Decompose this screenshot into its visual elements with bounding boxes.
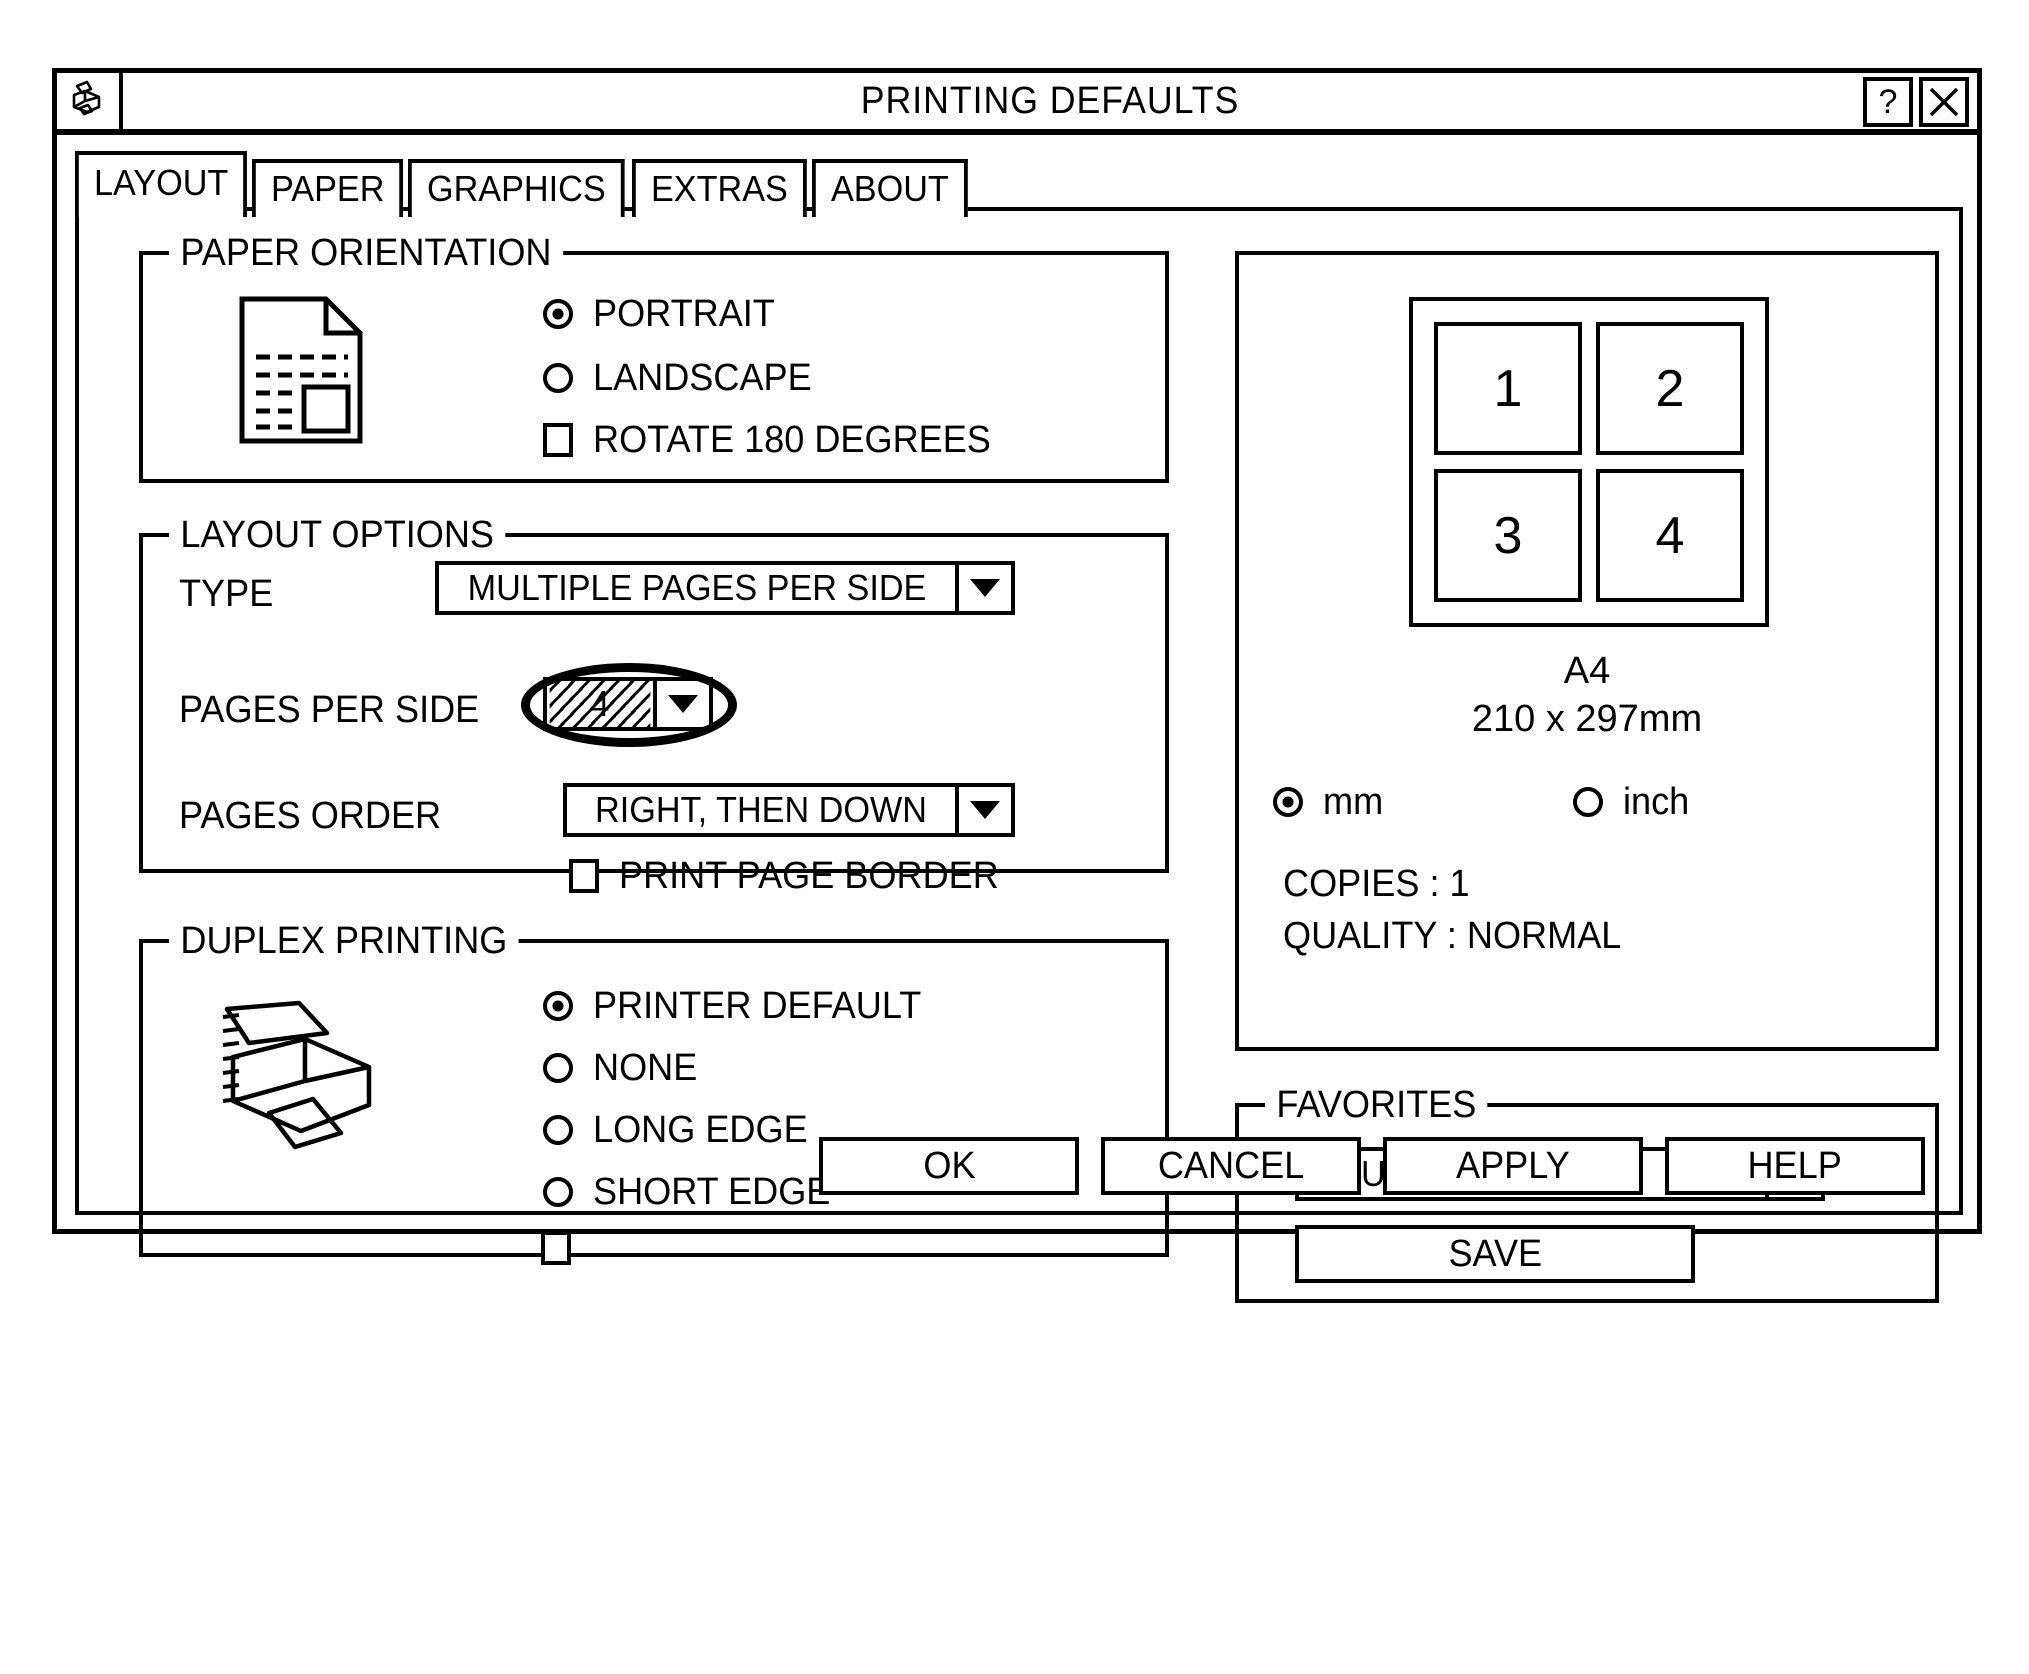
checkbox-rotate-180[interactable]	[543, 423, 573, 457]
preview-page-2: 2	[1596, 322, 1744, 455]
cancel-label: CANCEL	[1157, 1144, 1305, 1187]
window-title: PRINTING DEFAULTS	[860, 79, 1240, 122]
tab-content-layout: PAPER ORIENTATION PORTRAIT LANDSCAPE ROT…	[75, 207, 1963, 1303]
radio-none[interactable]	[543, 1053, 573, 1083]
tab-label: ABOUT	[830, 167, 949, 209]
unit-inch-option[interactable]: inch	[1573, 783, 1693, 821]
preview-panel: 1 2 3 4 A4 210 x 297mm mm inch COPIES : …	[1235, 251, 1939, 1051]
favorites-legend: FAVORITES	[1265, 1081, 1488, 1129]
title-bar: PRINTING DEFAULTS ?	[57, 73, 1977, 135]
preview-page-4: 4	[1596, 469, 1744, 602]
unit-mm-label: mm	[1323, 781, 1384, 823]
tab-label: LAYOUT	[94, 161, 229, 203]
pages-order-dropdown-button[interactable]	[955, 787, 1011, 833]
pages-order-combobox[interactable]: RIGHT, THEN DOWN	[563, 783, 1015, 837]
duplex-none-label: NONE	[593, 1047, 698, 1089]
duplex-printing-group: DUPLEX PRINTING PRINTER DEFAULT NONE LON…	[139, 917, 1169, 1265]
preview-paper-size: 210 x 297mm	[1471, 698, 1703, 740]
orientation-landscape-label: LANDSCAPE	[593, 357, 812, 399]
page-layout-preview: 1 2 3 4	[1409, 297, 1769, 627]
quality-info: QUALITY : NORMAL	[1283, 915, 1622, 957]
unit-mm-option[interactable]: mm	[1273, 783, 1386, 821]
preview-page-3: 3	[1434, 469, 1582, 602]
chevron-down-icon	[970, 801, 1000, 819]
type-dropdown-button[interactable]	[955, 565, 1011, 611]
portrait-page-icon	[238, 295, 364, 445]
help-footer-button[interactable]: HELP	[1665, 1137, 1925, 1195]
type-value: MULTIPLE PAGES PER SIDE	[467, 567, 927, 608]
preview-paper-name: A4	[1563, 650, 1611, 692]
tab-graphics[interactable]: GRAPHICS	[407, 159, 625, 217]
checkbox-duplex-extra[interactable]	[541, 1231, 571, 1265]
printing-defaults-dialog: PRINTING DEFAULTS ? LAYOUT PAPER GRAPHIC…	[52, 68, 1982, 1303]
duplex-printer-default-label: PRINTER DEFAULT	[593, 985, 922, 1027]
system-menu-button[interactable]	[57, 73, 123, 129]
preview-page-1: 1	[1434, 322, 1582, 455]
pages-per-side-dropdown-button[interactable]	[653, 681, 709, 727]
print-page-border-option[interactable]: PRINT PAGE BORDER	[569, 857, 1019, 895]
checkbox-print-page-border[interactable]	[569, 859, 599, 893]
paper-orientation-group: PAPER ORIENTATION PORTRAIT LANDSCAPE ROT…	[139, 229, 1169, 483]
dialog-footer: OK CANCEL APPLY HELP	[79, 1137, 1959, 1195]
tab-extras[interactable]: EXTRAS	[631, 159, 807, 217]
printer-icon	[66, 77, 110, 126]
type-combobox[interactable]: MULTIPLE PAGES PER SIDE	[435, 561, 1015, 615]
duplex-extra-option[interactable]	[541, 1231, 591, 1265]
pages-order-label: PAGES ORDER	[179, 795, 442, 837]
pages-per-side-value: 4	[549, 681, 651, 727]
ok-label: OK	[922, 1144, 976, 1187]
orientation-portrait-label: PORTRAIT	[593, 293, 775, 335]
chevron-down-icon	[668, 695, 698, 713]
rotate-180-option[interactable]: ROTATE 180 DEGREES	[543, 421, 1012, 459]
duplex-printing-legend: DUPLEX PRINTING	[169, 917, 519, 965]
layout-options-group: LAYOUT OPTIONS TYPE MULTIPLE PAGES PER S…	[139, 511, 1169, 895]
radio-printer-default[interactable]	[543, 991, 573, 1021]
close-button[interactable]	[1919, 77, 1969, 127]
ok-button[interactable]: OK	[819, 1137, 1079, 1195]
paper-orientation-legend: PAPER ORIENTATION	[169, 229, 563, 277]
unit-inch-label: inch	[1623, 781, 1690, 823]
window-buttons: ?	[1863, 77, 1969, 127]
duplex-none-option[interactable]: NONE	[543, 1049, 703, 1087]
favorites-group: FAVORITES < UNTITLED > SAVE	[1235, 1081, 1939, 1303]
type-label: TYPE	[179, 573, 274, 615]
cancel-button[interactable]: CANCEL	[1101, 1137, 1361, 1195]
duplex-printer-default-option[interactable]: PRINTER DEFAULT	[543, 987, 939, 1025]
pages-per-side-label: PAGES PER SIDE	[179, 689, 480, 731]
tab-strip: LAYOUT PAPER GRAPHICS EXTRAS ABOUT	[75, 151, 976, 217]
radio-landscape[interactable]	[543, 363, 573, 393]
copies-info: COPIES : 1	[1283, 863, 1470, 905]
radio-inch[interactable]	[1573, 787, 1603, 817]
apply-label: APPLY	[1456, 1144, 1570, 1187]
pages-per-side-combobox[interactable]: 4	[543, 677, 713, 731]
apply-button[interactable]: APPLY	[1383, 1137, 1643, 1195]
help-label: HELP	[1747, 1144, 1843, 1187]
pages-order-value: RIGHT, THEN DOWN	[595, 789, 927, 830]
layout-options-legend: LAYOUT OPTIONS	[169, 511, 506, 559]
close-icon	[1927, 85, 1961, 119]
rotate-180-label: ROTATE 180 DEGREES	[593, 419, 991, 461]
favorites-save-button[interactable]: SAVE	[1295, 1225, 1695, 1283]
tab-layout[interactable]: LAYOUT	[75, 151, 248, 217]
question-mark-icon: ?	[1878, 83, 1898, 121]
tab-about[interactable]: ABOUT	[811, 159, 968, 217]
tab-label: EXTRAS	[650, 167, 788, 209]
print-page-border-label: PRINT PAGE BORDER	[619, 855, 999, 897]
tab-label: PAPER	[271, 167, 385, 209]
tab-label: GRAPHICS	[426, 167, 606, 209]
orientation-landscape-option[interactable]: LANDSCAPE	[543, 359, 823, 397]
radio-portrait[interactable]	[543, 299, 573, 329]
radio-mm[interactable]	[1273, 787, 1303, 817]
chevron-down-icon	[970, 579, 1000, 597]
favorites-save-label: SAVE	[1448, 1232, 1542, 1275]
orientation-portrait-option[interactable]: PORTRAIT	[543, 295, 784, 333]
help-button[interactable]: ?	[1863, 77, 1913, 127]
tab-paper[interactable]: PAPER	[252, 159, 404, 217]
